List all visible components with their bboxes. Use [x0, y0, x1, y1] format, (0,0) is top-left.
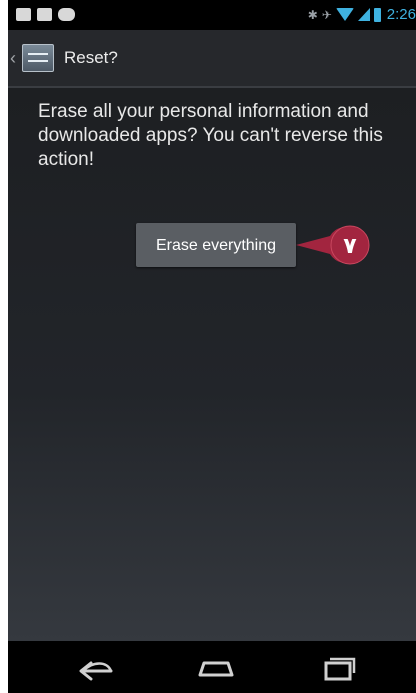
- wifi-icon: [335, 8, 354, 21]
- warning-message: Erase all your personal information and …: [38, 101, 383, 170]
- back-icon[interactable]: [65, 651, 125, 683]
- erase-everything-button[interactable]: Erase everything: [136, 223, 296, 267]
- gamepad-icon: [58, 8, 75, 21]
- calendar-icon: [37, 8, 52, 21]
- vibrate-icon: ✈: [321, 7, 332, 22]
- reset-content: Erase all your personal information and …: [8, 88, 416, 641]
- battery-icon: [373, 7, 381, 22]
- page-title: Reset?: [64, 48, 118, 67]
- up-navigation-icon[interactable]: ‹: [10, 48, 20, 69]
- status-bar: ✱ ✈ 2:26: [8, 0, 416, 30]
- action-bar[interactable]: ‹ Reset?: [8, 30, 416, 86]
- phone-screen: ✱ ✈ 2:26 ‹ Reset? Erase all your persona…: [8, 0, 416, 693]
- recent-apps-icon[interactable]: [308, 651, 368, 683]
- system-icons: ✱ ✈ 2:26: [308, 6, 416, 23]
- status-clock: 2:26: [386, 6, 416, 23]
- signal-icon: [357, 8, 370, 21]
- bluetooth-icon: ✱: [307, 7, 318, 22]
- navigation-bar: [8, 641, 416, 693]
- step-callout: ٧: [296, 225, 370, 265]
- callout-number: ٧: [343, 234, 357, 259]
- chat-icon: [16, 8, 31, 21]
- notification-icons: [16, 8, 75, 21]
- home-icon[interactable]: [186, 651, 246, 683]
- settings-app-icon[interactable]: [22, 44, 54, 72]
